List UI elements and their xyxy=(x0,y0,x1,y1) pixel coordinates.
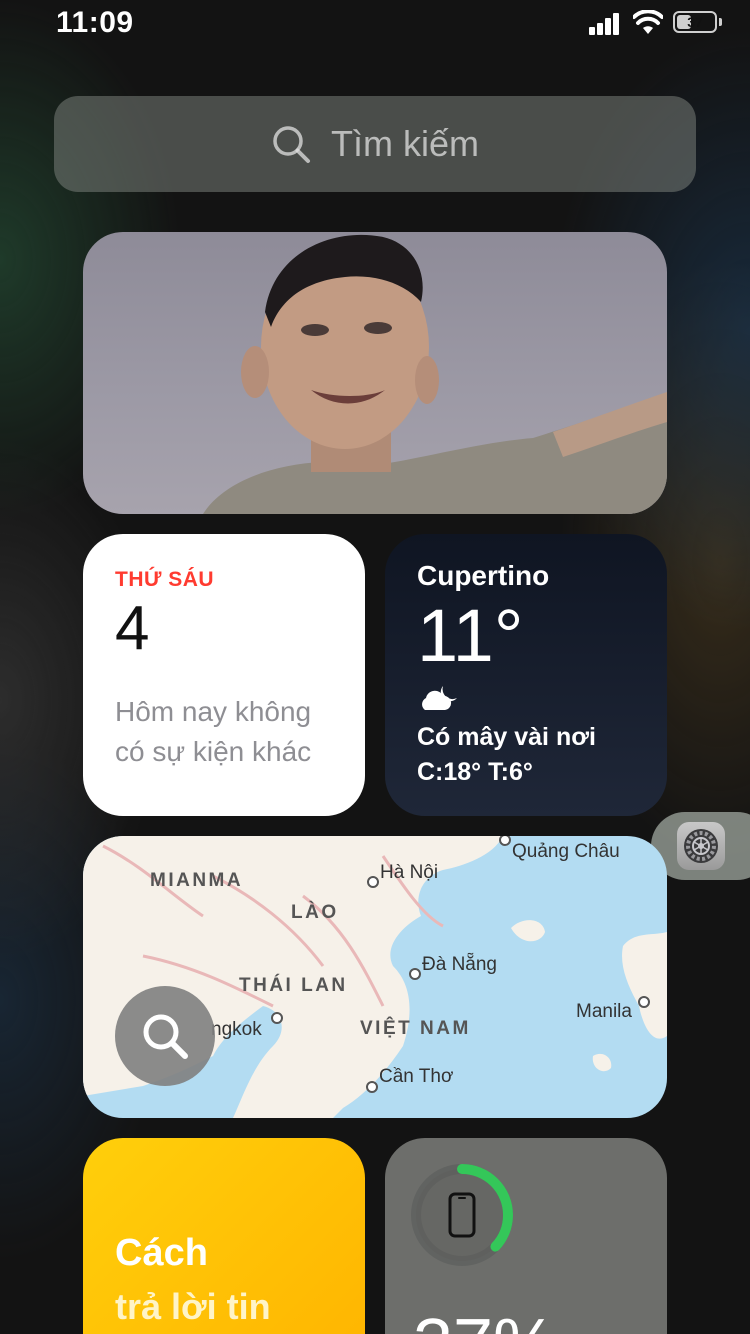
maps-widget[interactable]: MIANMA LÀO THÁI LAN VIỆT NAM Hà Nội Quản… xyxy=(83,836,667,1118)
map-city-label: Manila xyxy=(576,1001,632,1022)
map-city-label: Quảng Châu xyxy=(512,841,620,862)
photo-image xyxy=(203,234,667,514)
map-pin xyxy=(366,1081,378,1093)
weather-temperature: 11° xyxy=(417,594,524,677)
wifi-icon xyxy=(633,10,663,34)
map-city-label: ngkok xyxy=(211,1019,262,1040)
search-placeholder: Tìm kiếm xyxy=(331,123,479,164)
map-country-label: LÀO xyxy=(291,902,339,923)
map-country-label: THÁI LAN xyxy=(239,975,348,996)
settings-gear-icon xyxy=(677,822,725,870)
cloud-moon-icon xyxy=(422,686,457,710)
search-field[interactable]: Tìm kiếm xyxy=(54,96,696,192)
photos-widget[interactable] xyxy=(83,232,667,514)
battery-icon: 37 xyxy=(673,11,717,33)
weather-city: Cupertino xyxy=(417,560,550,591)
cellular-signal-icon xyxy=(589,13,621,35)
weather-widget[interactable]: Cupertino 11° Có mây vài nơi C:18° T:6° xyxy=(385,534,667,816)
map-pin xyxy=(367,876,379,888)
iphone-icon xyxy=(448,1192,476,1238)
map-pin xyxy=(638,996,650,1008)
map-country-label: VIỆT NAM xyxy=(360,1018,471,1039)
map-country-label: MIANMA xyxy=(150,870,244,891)
map-city-label: Cần Thơ xyxy=(379,1066,454,1087)
map-pin xyxy=(271,1012,283,1024)
search-icon xyxy=(273,126,310,163)
battery-cap xyxy=(719,18,722,26)
tips-widget[interactable]: Cách trả lời tin xyxy=(83,1138,365,1334)
weather-high-low: C:18° T:6° xyxy=(417,758,533,786)
map-pin xyxy=(409,968,421,980)
calendar-date: 4 xyxy=(115,594,150,663)
battery-level: 37 xyxy=(687,14,703,30)
map-search-button[interactable] xyxy=(115,986,215,1086)
calendar-note: Hôm nay không có sự kiện khác xyxy=(115,696,312,767)
search-icon xyxy=(143,1014,188,1059)
map-city-label: Đà Nẵng xyxy=(422,954,497,975)
battery-percent: 37% xyxy=(413,1304,557,1334)
tips-subtitle: trả lời tin xyxy=(115,1286,271,1327)
weather-condition: Có mây vài nơi xyxy=(417,723,596,751)
tips-title: Cách xyxy=(115,1232,208,1274)
calendar-weekday: THỨ SÁU xyxy=(115,568,215,591)
calendar-widget[interactable]: THỨ SÁU 4 Hôm nay không có sự kiện khác xyxy=(83,534,365,816)
status-time: 11:09 xyxy=(56,6,134,39)
map-city-label: Hà Nội xyxy=(380,862,439,883)
batteries-widget[interactable]: 37% xyxy=(385,1138,667,1334)
status-bar: 11:09 37 xyxy=(0,0,750,46)
